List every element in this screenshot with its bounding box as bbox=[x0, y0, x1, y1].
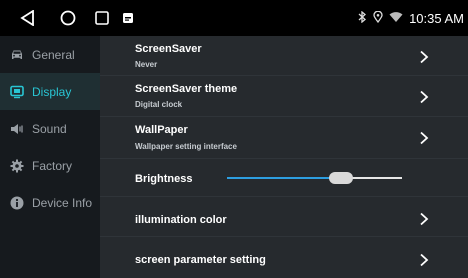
sidebar-item-label: Sound bbox=[32, 121, 67, 136]
screensaver-theme-row[interactable]: ScreenSaver theme Digital clock bbox=[100, 76, 468, 117]
display-settings-panel: ScreenSaver Never ScreenSaver theme Digi… bbox=[100, 36, 468, 278]
gear-icon bbox=[10, 159, 24, 173]
sidebar-item-label: Display bbox=[32, 84, 72, 99]
row-subtitle: Never bbox=[135, 60, 158, 69]
sidebar-item-label: Device Info bbox=[32, 195, 93, 210]
row-title: Brightness bbox=[135, 173, 193, 185]
chevron-right-icon bbox=[420, 212, 429, 226]
row-title: illumination color bbox=[135, 214, 227, 226]
wallpaper-row[interactable]: WallPaper Wallpaper setting interface bbox=[100, 117, 468, 159]
illumination-color-row[interactable]: illumination color bbox=[100, 197, 468, 237]
home-icon[interactable] bbox=[58, 8, 78, 28]
car-icon bbox=[10, 48, 24, 62]
sidebar-item-factory[interactable]: Factory bbox=[0, 147, 100, 184]
clock-text: 10:35 AM bbox=[409, 10, 464, 26]
wifi-icon bbox=[389, 11, 403, 26]
screen-parameter-setting-row[interactable]: screen parameter setting bbox=[100, 237, 468, 278]
brightness-row: Brightness bbox=[100, 159, 468, 197]
chevron-right-icon bbox=[420, 90, 429, 104]
display-icon bbox=[10, 85, 24, 99]
row-title: ScreenSaver theme bbox=[135, 83, 238, 95]
info-icon bbox=[10, 196, 24, 210]
chevron-right-icon bbox=[420, 50, 429, 64]
chevron-right-icon bbox=[420, 131, 429, 145]
row-subtitle: Digital clock bbox=[135, 100, 183, 109]
status-bar: 10:35 AM bbox=[0, 0, 468, 36]
recents-icon[interactable] bbox=[92, 8, 112, 28]
sidebar-item-label: General bbox=[32, 47, 75, 62]
row-title: screen parameter setting bbox=[135, 254, 266, 266]
chevron-right-icon bbox=[420, 253, 429, 267]
row-title: ScreenSaver bbox=[135, 43, 202, 55]
bluetooth-icon bbox=[358, 10, 367, 26]
sidebar-item-device-info[interactable]: Device Info bbox=[0, 184, 100, 221]
brightness-slider-thumb[interactable] bbox=[329, 172, 353, 184]
location-icon bbox=[373, 10, 383, 26]
back-icon[interactable] bbox=[18, 8, 38, 28]
notification-icon bbox=[118, 8, 138, 28]
screensaver-row[interactable]: ScreenSaver Never bbox=[100, 36, 468, 76]
sidebar-item-label: Factory bbox=[32, 158, 73, 173]
sidebar: General Display Sound Factory Device Inf… bbox=[0, 36, 100, 278]
sidebar-item-display[interactable]: Display bbox=[0, 73, 100, 110]
brightness-slider[interactable] bbox=[227, 172, 402, 184]
sidebar-item-general[interactable]: General bbox=[0, 36, 100, 73]
row-title: WallPaper bbox=[135, 124, 188, 136]
brightness-slider-fill bbox=[227, 177, 341, 179]
row-subtitle: Wallpaper setting interface bbox=[135, 142, 237, 151]
sidebar-item-sound[interactable]: Sound bbox=[0, 110, 100, 147]
speaker-icon bbox=[10, 122, 24, 136]
